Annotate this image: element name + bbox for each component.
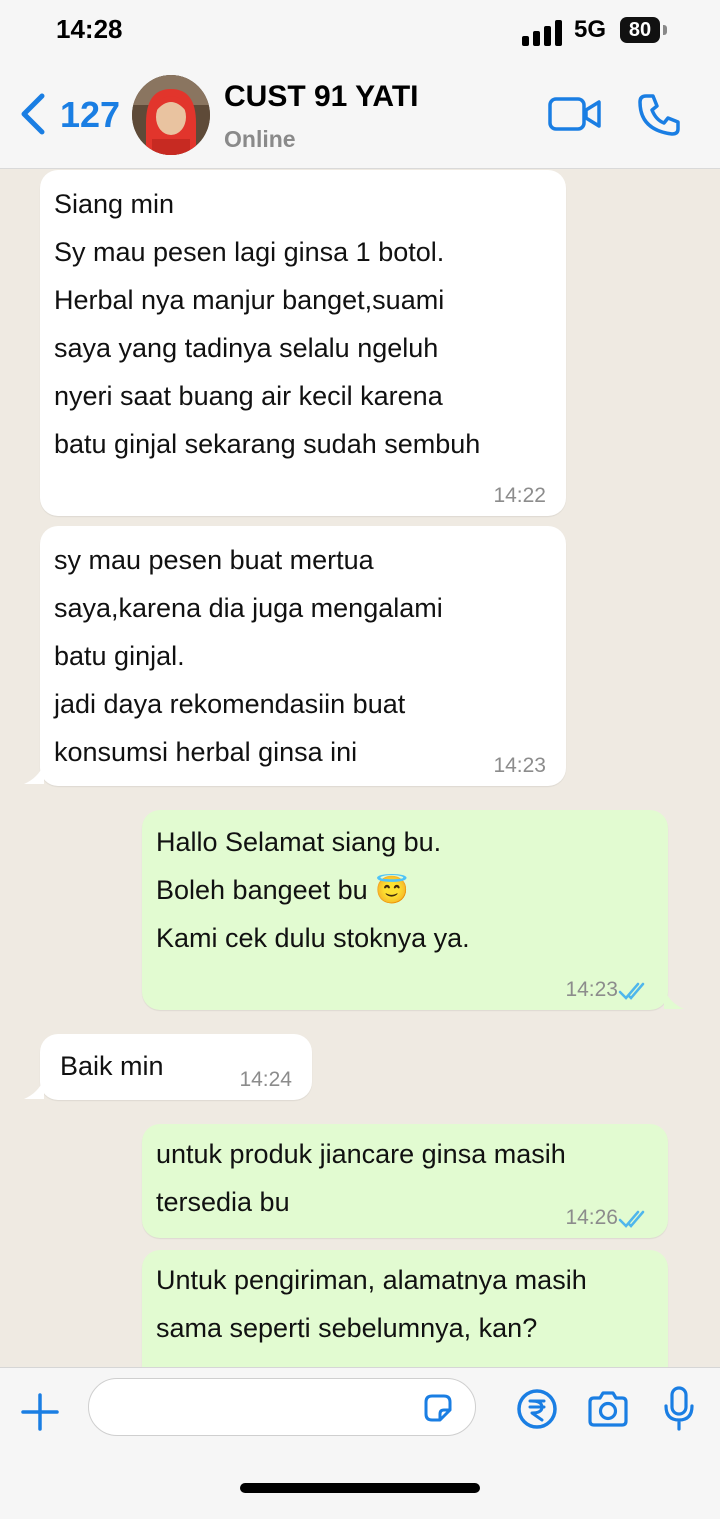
video-call-icon[interactable] <box>548 96 602 132</box>
message-time: 14:24 <box>239 1068 292 1091</box>
rupee-payment-icon[interactable] <box>516 1388 558 1430</box>
message-text: Untuk pengiriman, alamatnya masih sama s… <box>156 1265 587 1343</box>
message-text: Siang min Sy mau pesen lagi ginsa 1 boto… <box>54 189 481 459</box>
status-time: 14:28 <box>56 14 123 44</box>
signal-strength-icon <box>522 20 562 46</box>
battery-tip <box>663 25 667 35</box>
camera-icon[interactable] <box>586 1390 630 1428</box>
message-input[interactable] <box>88 1378 476 1436</box>
message-time: 14:23 <box>565 978 618 1001</box>
message-time: 14:22 <box>493 484 546 507</box>
message-bubble-incoming[interactable]: sy mau pesen buat mertua saya,karena dia… <box>40 526 566 786</box>
message-time: 14:23 <box>493 754 546 777</box>
message-bubble-incoming[interactable]: Baik min 14:24 <box>40 1034 312 1100</box>
sticker-icon[interactable] <box>422 1392 454 1424</box>
message-text: sy mau pesen buat mertua saya,karena dia… <box>54 545 443 767</box>
bubble-tail <box>24 1079 44 1099</box>
chat-area[interactable]: Siang min Sy mau pesen lagi ginsa 1 boto… <box>0 169 720 1367</box>
message-bubble-outgoing[interactable]: Untuk pengiriman, alamatnya masih sama s… <box>142 1250 668 1367</box>
message-bubble-outgoing[interactable]: Hallo Selamat siang bu. Boleh bangeet bu… <box>142 810 668 1010</box>
back-chevron-icon[interactable] <box>18 92 48 136</box>
contact-name[interactable]: CUST 91 YATI <box>224 80 419 114</box>
network-type: 5G <box>574 16 607 43</box>
avatar[interactable] <box>132 75 210 155</box>
bubble-tail <box>664 989 684 1009</box>
message-text: Hallo Selamat siang bu. Boleh bangeet bu… <box>156 827 470 953</box>
message-bubble-outgoing[interactable]: untuk produk jiancare ginsa masih tersed… <box>142 1124 668 1238</box>
microphone-icon[interactable] <box>662 1386 696 1432</box>
message-bubble-incoming[interactable]: Siang min Sy mau pesen lagi ginsa 1 boto… <box>40 170 566 516</box>
read-ticks-icon <box>618 982 645 1000</box>
chat-header: 127 CUST 91 YATI Online <box>0 62 720 169</box>
plus-icon[interactable] <box>20 1392 60 1432</box>
read-ticks-icon <box>618 1210 645 1228</box>
unread-count[interactable]: 127 <box>60 94 120 136</box>
phone-call-icon[interactable] <box>636 92 682 138</box>
composer-bar <box>0 1367 720 1519</box>
message-time: 14:26 <box>565 1206 618 1229</box>
contact-status: Online <box>224 126 296 152</box>
bubble-tail <box>24 764 44 784</box>
avatar-photo <box>132 75 210 155</box>
status-bar: 14:28 5G 80 <box>0 0 720 62</box>
home-indicator <box>240 1483 480 1493</box>
battery-icon: 80 <box>620 17 660 43</box>
